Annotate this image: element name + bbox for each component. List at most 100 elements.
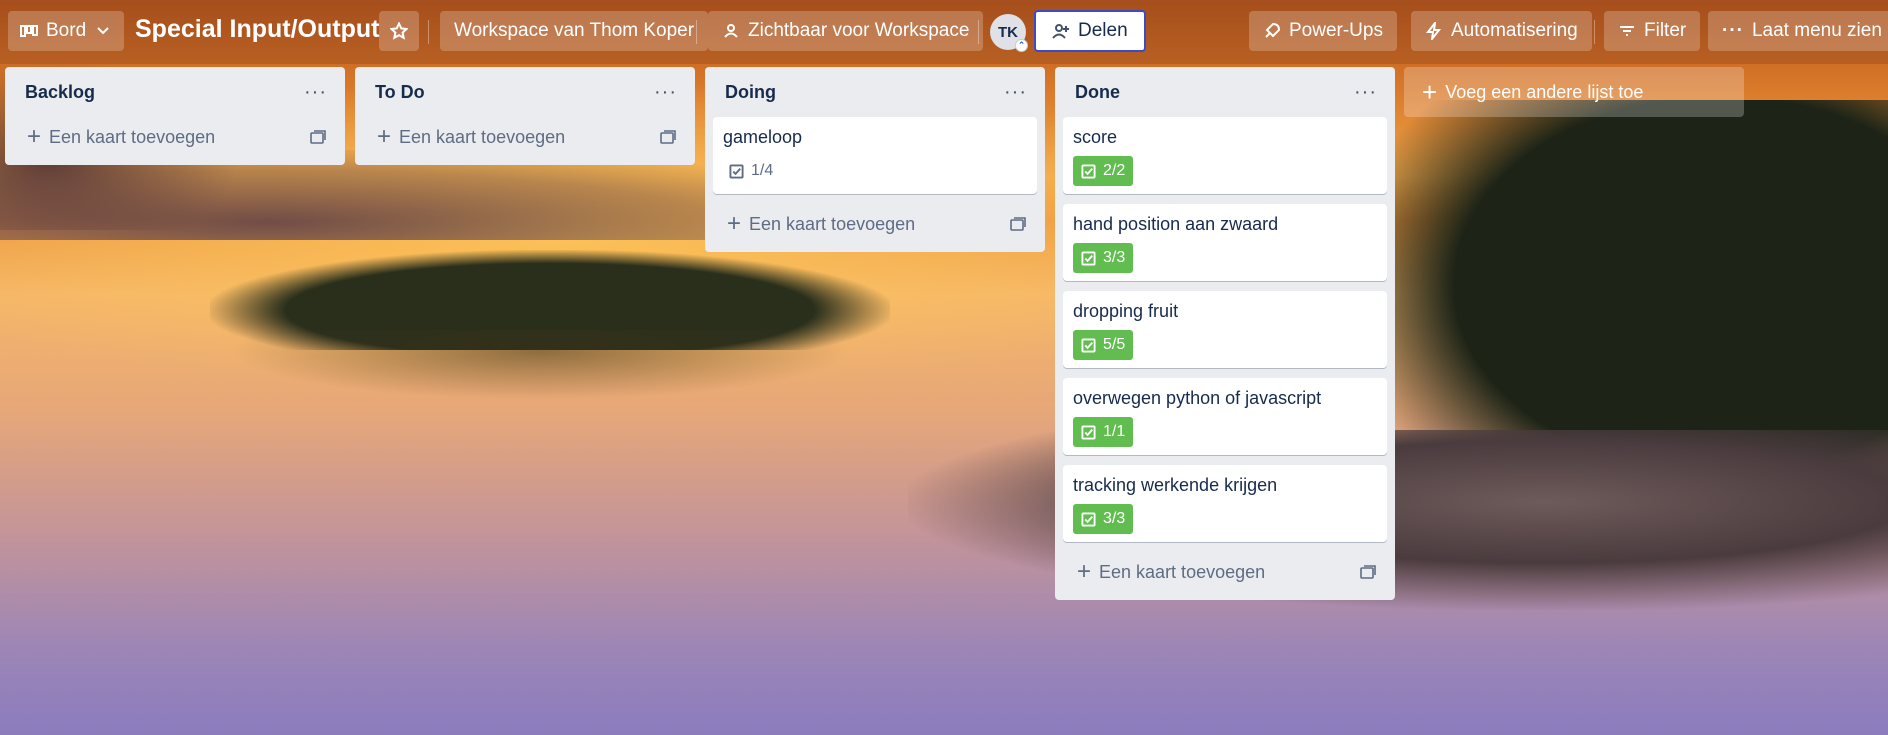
checklist-count: 3/3 — [1103, 249, 1126, 266]
add-list-label: Voeg een andere lijst toe — [1445, 81, 1644, 102]
header-divider — [696, 20, 697, 44]
background-island — [210, 250, 890, 350]
admin-badge-icon: ⌃ — [1015, 39, 1028, 52]
checkbox-icon — [1081, 163, 1096, 179]
list-title[interactable]: To Do — [375, 82, 425, 103]
filter-button[interactable]: Filter — [1604, 11, 1701, 51]
card-title: hand position aan zwaard — [1073, 214, 1279, 234]
visibility-button[interactable]: Zichtbaar voor Workspace — [708, 11, 984, 51]
card[interactable]: overwegen python of javascript 1/1 — [1063, 378, 1387, 455]
add-card-button[interactable]: + Een kaart toevoegen — [713, 204, 1037, 244]
list-doing[interactable]: Doing ··· gameloop 1/4 + Een kaart toevo… — [705, 67, 1045, 252]
checkbox-icon — [1081, 424, 1096, 440]
add-card-label: Een kaart toevoegen — [749, 213, 916, 234]
card-template-icon[interactable] — [309, 128, 327, 146]
automation-button[interactable]: Automatisering — [1411, 11, 1592, 51]
checklist-badge: 1/4 — [723, 156, 781, 186]
background-island-reflection — [230, 330, 850, 400]
add-card-button[interactable]: + Een kaart toevoegen — [13, 117, 337, 157]
header-divider — [428, 20, 429, 44]
list-header: Done ··· — [1063, 67, 1387, 117]
list-header: Doing ··· — [713, 67, 1037, 117]
chevron-down-icon — [97, 27, 109, 35]
add-card-button[interactable]: + Een kaart toevoegen — [363, 117, 687, 157]
more-icon: ··· — [1722, 20, 1744, 41]
checklist-badge: 5/5 — [1073, 330, 1134, 360]
checklist-count: 1/1 — [1103, 423, 1126, 440]
card[interactable]: score 2/2 — [1063, 117, 1387, 194]
checklist-count: 3/3 — [1103, 510, 1126, 527]
avatar[interactable]: TK ⌃ — [990, 14, 1028, 52]
list-menu-icon[interactable]: ··· — [304, 82, 327, 102]
board-icon — [20, 25, 38, 37]
add-list-button[interactable]: + Voeg een andere lijst toe — [1404, 67, 1744, 117]
list-menu-icon[interactable]: ··· — [654, 82, 677, 102]
list-header: To Do ··· — [363, 67, 687, 117]
powerups-label: Power-Ups — [1289, 20, 1383, 41]
filter-icon — [1620, 26, 1634, 36]
card[interactable]: dropping fruit 5/5 — [1063, 291, 1387, 368]
lightning-icon — [1425, 22, 1442, 40]
list-header: Backlog ··· — [13, 67, 337, 117]
view-switcher-label: Bord — [46, 20, 87, 41]
workspace-button[interactable]: Workspace van Thom Koper — [440, 11, 709, 51]
checklist-badge: 3/3 — [1073, 504, 1134, 534]
add-card-label: Een kaart toevoegen — [399, 126, 566, 147]
plus-icon: + — [27, 123, 42, 150]
card[interactable]: tracking werkende krijgen 3/3 — [1063, 465, 1387, 542]
card-title: overwegen python of javascript — [1073, 388, 1322, 408]
visibility-label: Zichtbaar voor Workspace — [748, 20, 970, 41]
checklist-badge: 3/3 — [1073, 243, 1134, 273]
card-title: dropping fruit — [1073, 301, 1179, 321]
plus-icon: + — [1077, 558, 1092, 585]
plus-icon: + — [377, 123, 392, 150]
list-title[interactable]: Doing — [725, 82, 776, 103]
share-button[interactable]: Delen — [1034, 10, 1146, 52]
share-label: Delen — [1078, 20, 1128, 41]
add-person-icon — [1052, 24, 1069, 39]
card-template-icon[interactable] — [1359, 563, 1377, 581]
card[interactable]: hand position aan zwaard 3/3 — [1063, 204, 1387, 281]
checklist-badge: 2/2 — [1073, 156, 1134, 186]
show-menu-button[interactable]: ··· Laat menu zien — [1708, 11, 1888, 51]
avatar-initials: TK — [998, 23, 1018, 41]
view-switcher-button[interactable]: Bord — [8, 11, 125, 51]
checkbox-icon — [1081, 250, 1096, 266]
card-title: gameloop — [723, 127, 803, 147]
plus-icon: + — [1422, 77, 1438, 107]
list-title[interactable]: Done — [1075, 82, 1120, 103]
card[interactable]: gameloop 1/4 — [713, 117, 1037, 194]
card-title: score — [1073, 127, 1118, 147]
add-card-button[interactable]: + Een kaart toevoegen — [1063, 552, 1387, 592]
list-menu-icon[interactable]: ··· — [1004, 82, 1027, 102]
checkbox-icon — [1081, 511, 1096, 527]
people-icon — [724, 24, 738, 38]
checkbox-icon — [729, 163, 744, 179]
card-template-icon[interactable] — [1009, 215, 1027, 233]
card-template-icon[interactable] — [659, 128, 677, 146]
checklist-badge: 1/1 — [1073, 417, 1134, 447]
plus-icon: + — [727, 210, 742, 237]
star-icon — [390, 22, 408, 40]
checklist-count: 2/2 — [1103, 162, 1126, 179]
add-card-label: Een kaart toevoegen — [49, 126, 216, 147]
powerups-button[interactable]: Power-Ups — [1249, 11, 1397, 51]
rocket-icon — [1265, 22, 1281, 38]
star-button[interactable] — [379, 11, 419, 51]
list-backlog[interactable]: Backlog ··· + Een kaart toevoegen — [5, 67, 345, 165]
checklist-count: 1/4 — [751, 162, 774, 179]
board-title[interactable]: Special Input/Output — [135, 15, 379, 44]
checklist-count: 5/5 — [1103, 336, 1126, 353]
automation-label: Automatisering — [1451, 20, 1578, 41]
list-done[interactable]: Done ··· score 2/2 hand position aan zwa… — [1055, 67, 1395, 600]
header-divider — [1594, 20, 1595, 44]
filter-label: Filter — [1644, 20, 1687, 41]
list-title[interactable]: Backlog — [25, 82, 95, 103]
list-menu-icon[interactable]: ··· — [1354, 82, 1377, 102]
list-todo[interactable]: To Do ··· + Een kaart toevoegen — [355, 67, 695, 165]
add-card-label: Een kaart toevoegen — [1099, 561, 1266, 582]
card-title: tracking werkende krijgen — [1073, 475, 1278, 495]
header-divider — [978, 20, 979, 44]
show-menu-label: Laat menu zien — [1751, 20, 1882, 41]
checkbox-icon — [1081, 337, 1096, 353]
